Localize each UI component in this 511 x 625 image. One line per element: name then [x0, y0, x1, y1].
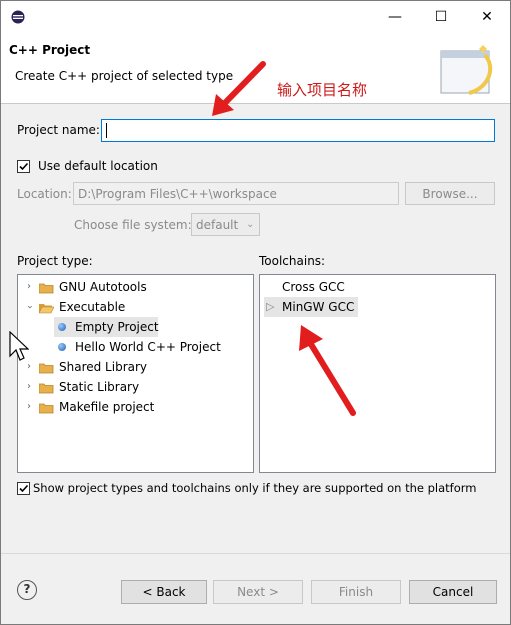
tree-item-executable[interactable]: › Executable — [18, 297, 253, 317]
page-title: C++ Project — [9, 43, 91, 57]
tree-item-empty-project[interactable]: Empty Project — [54, 317, 159, 337]
show-supported-only-checkbox[interactable] — [17, 482, 30, 495]
annotation-label: 输入项目名称 — [277, 81, 368, 99]
file-system-label: Choose file system: — [74, 218, 192, 232]
back-button[interactable]: < Back — [121, 580, 207, 604]
folder-icon — [39, 383, 54, 394]
project-template-icon — [58, 343, 66, 351]
chevron-right-icon: › — [27, 381, 31, 392]
title-bar: — ☐ ✕ — [1, 1, 510, 33]
minimize-button[interactable]: — — [372, 1, 418, 33]
chevron-down-icon: › — [24, 305, 35, 309]
wizard-banner-icon — [440, 45, 493, 95]
folder-icon — [39, 363, 54, 374]
eclipse-icon — [11, 10, 25, 24]
tree-item-gnu-autotools[interactable]: › GNU Autotools — [18, 277, 253, 297]
project-type-label: Project type: — [17, 254, 93, 268]
toolchain-item-mingw-gcc[interactable]: ▷ MinGW GCC — [264, 297, 358, 317]
next-button[interactable]: Next > — [213, 580, 303, 604]
project-template-icon — [58, 323, 66, 331]
close-button[interactable]: ✕ — [464, 1, 510, 33]
tree-item-shared-library[interactable]: › Shared Library — [18, 357, 253, 377]
folder-open-icon — [39, 304, 54, 314]
page-subtitle: Create C++ project of selected type — [15, 69, 234, 83]
toolchain-label: Cross GCC — [282, 280, 345, 294]
folder-icon — [39, 403, 54, 414]
project-name-input[interactable] — [101, 119, 495, 142]
tree-item-label: GNU Autotools — [59, 280, 147, 294]
show-supported-only-label: Show project types and toolchains only i… — [33, 481, 477, 495]
mouse-cursor-icon — [9, 331, 29, 361]
location-value: D:\Program Files\C++\workspace — [78, 187, 277, 201]
finish-button[interactable]: Finish — [311, 580, 401, 604]
triangle-right-icon: ▷ — [266, 300, 275, 313]
help-icon[interactable]: ? — [17, 580, 37, 600]
dialog-window: — ☐ ✕ C++ Project Create C++ project of … — [0, 0, 511, 625]
tree-item-label: Makefile project — [59, 400, 155, 414]
file-system-select[interactable]: default ⌄ — [191, 213, 260, 236]
tree-item-label: Executable — [59, 300, 126, 314]
location-input[interactable]: D:\Program Files\C++\workspace — [73, 182, 399, 205]
tree-item-label: Empty Project — [75, 320, 159, 334]
cancel-button[interactable]: Cancel — [409, 580, 497, 604]
location-label: Location: — [17, 187, 72, 201]
tree-item-label: Shared Library — [59, 360, 148, 374]
chevron-right-icon: › — [27, 401, 31, 412]
project-name-label: Project name: — [17, 123, 100, 137]
tree-item-label: Static Library — [59, 380, 140, 394]
chevron-down-icon: ⌄ — [246, 219, 255, 230]
project-type-tree[interactable]: › GNU Autotools › Executable Empty Proje… — [17, 274, 254, 473]
use-default-location-label: Use default location — [38, 159, 158, 173]
tree-item-makefile-project[interactable]: › Makefile project — [18, 397, 253, 417]
use-default-location-checkbox[interactable] — [17, 160, 30, 173]
tree-item-static-library[interactable]: › Static Library — [18, 377, 253, 397]
file-system-value: default — [196, 218, 239, 232]
annotation-arrow-icon — [212, 61, 266, 116]
tree-item-hello-world[interactable]: Hello World C++ Project — [54, 337, 244, 357]
toolchain-label: MinGW GCC — [282, 300, 355, 314]
chevron-right-icon: › — [27, 281, 31, 292]
browse-button[interactable]: Browse... — [405, 182, 495, 205]
maximize-button[interactable]: ☐ — [418, 1, 464, 33]
toolchains-label: Toolchains: — [259, 254, 326, 268]
text-caret — [106, 123, 107, 138]
separator — [1, 553, 510, 554]
toolchain-item-cross-gcc[interactable]: Cross GCC — [282, 277, 402, 297]
annotation-arrow-icon — [299, 325, 356, 416]
folder-icon — [39, 283, 54, 294]
tree-item-label: Hello World C++ Project — [75, 340, 221, 354]
